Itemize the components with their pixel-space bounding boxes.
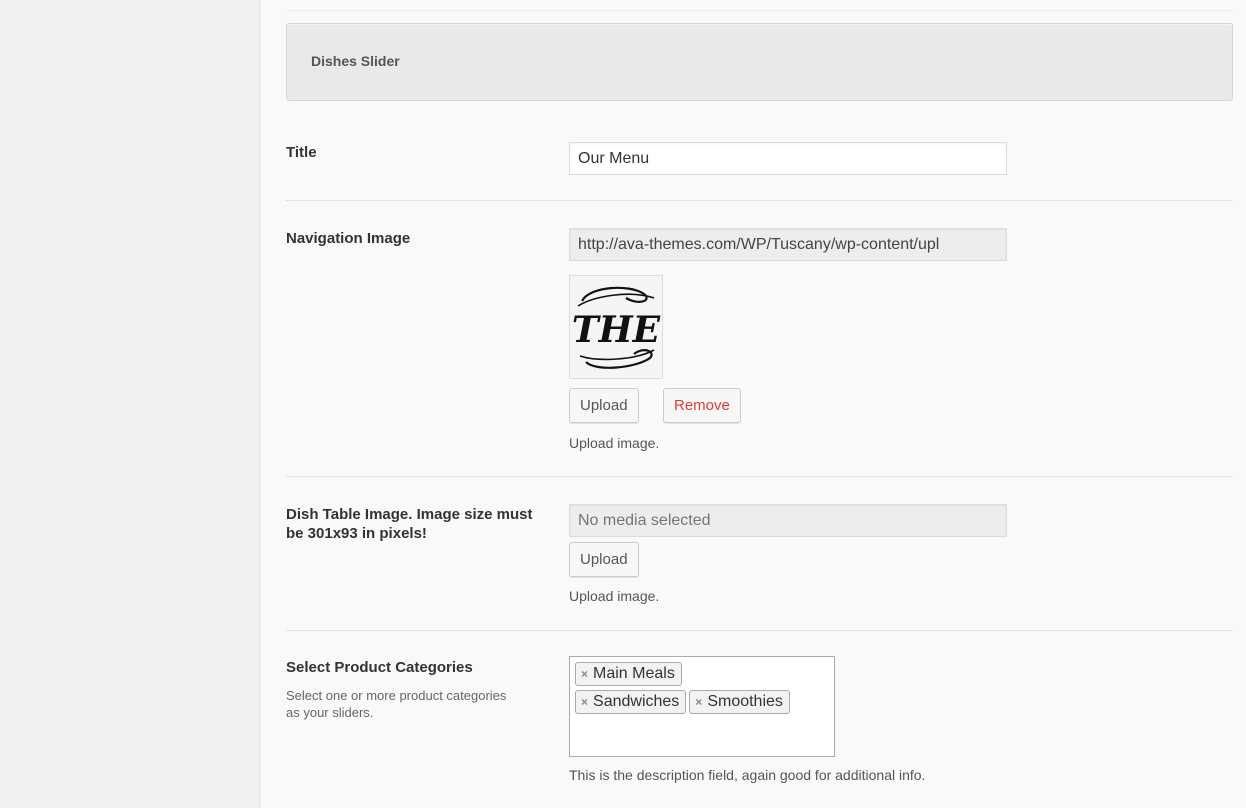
title-row: Title <box>286 116 1233 201</box>
navigation-image-upload-button[interactable]: Upload <box>569 388 639 423</box>
divider <box>287 10 1233 11</box>
section-header[interactable]: Dishes Slider <box>286 23 1233 101</box>
category-tag[interactable]: × Main Meals <box>575 662 682 686</box>
navigation-image-remove-button[interactable]: Remove <box>663 388 741 423</box>
dish-table-image-row: Dish Table Image. Image size must be 301… <box>286 477 1233 631</box>
section-title: Dishes Slider <box>311 53 400 69</box>
product-categories-row: Select Product Categories Select one or … <box>286 631 1233 808</box>
tag-remove-icon[interactable]: × <box>581 695 588 709</box>
tag-remove-icon[interactable]: × <box>581 667 588 681</box>
title-label: Title <box>286 144 317 161</box>
admin-sidebar <box>0 0 260 808</box>
product-categories-description: Select one or more product categories as… <box>286 688 507 720</box>
category-tag-label: Smoothies <box>707 693 783 710</box>
navigation-image-label: Navigation Image <box>286 230 411 247</box>
navigation-image-url-input[interactable] <box>569 228 1007 261</box>
title-input[interactable] <box>569 142 1007 175</box>
product-categories-select[interactable]: × Main Meals × Sandwiches × Smoothies <box>569 656 835 757</box>
dish-table-image-url-input[interactable] <box>569 504 1007 537</box>
tag-remove-icon[interactable]: × <box>695 695 702 709</box>
navigation-image-row: Navigation Image THE Upload Remove Uploa… <box>286 201 1233 477</box>
category-tag[interactable]: × Smoothies <box>689 690 790 714</box>
category-tag-label: Main Meals <box>593 665 675 682</box>
dish-table-image-upload-button[interactable]: Upload <box>569 542 639 577</box>
settings-panel: Dishes Slider Title Navigation Image THE… <box>261 0 1246 808</box>
the-logo-image: THE <box>572 286 661 369</box>
product-categories-help: This is the description field, again goo… <box>569 767 926 783</box>
product-categories-label: Select Product Categories <box>286 659 473 676</box>
navigation-image-help: Upload image. <box>569 435 660 451</box>
category-tag[interactable]: × Sandwiches <box>575 690 687 714</box>
category-tag-label: Sandwiches <box>593 693 680 710</box>
dish-table-image-help: Upload image. <box>569 588 660 604</box>
navigation-image-thumbnail: THE <box>569 275 663 379</box>
dish-table-image-label: Dish Table Image. Image size must be 301… <box>286 506 533 542</box>
svg-text:THE: THE <box>572 309 661 351</box>
